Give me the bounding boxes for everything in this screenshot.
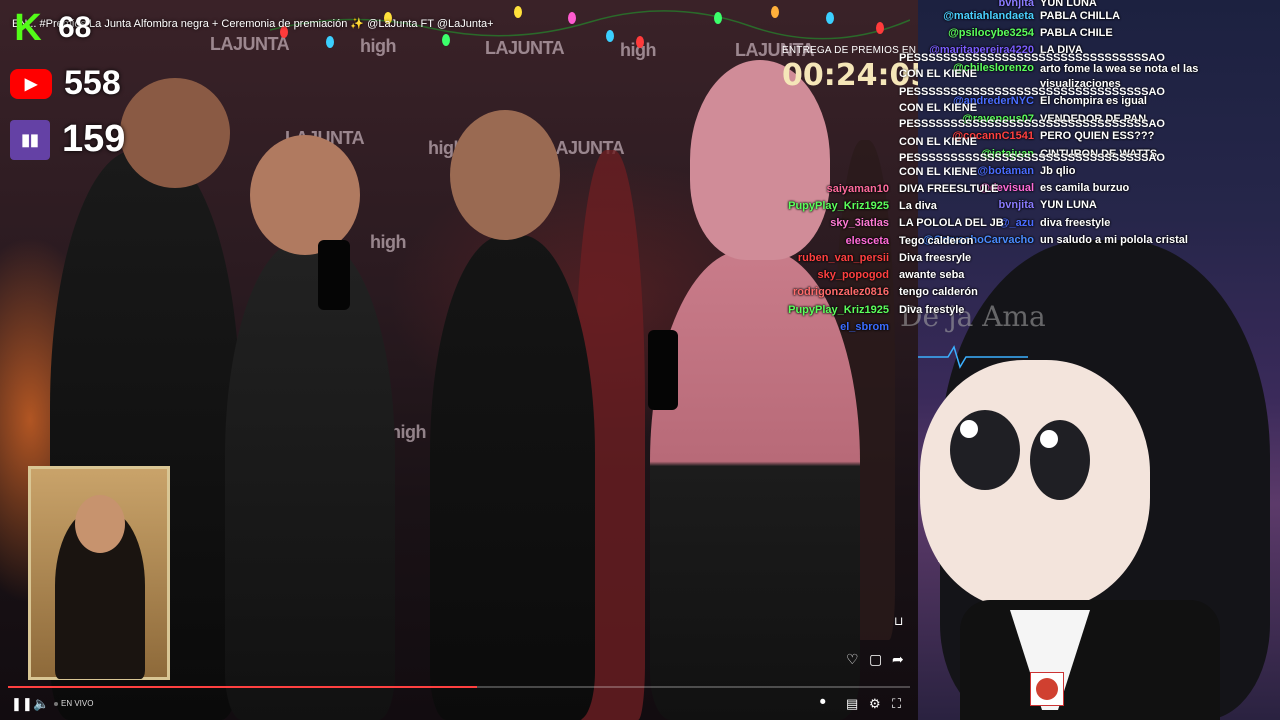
avatar-left-eye <box>950 410 1020 490</box>
youtube-icon: ▶ <box>10 68 52 99</box>
chat-username[interactable]: @psilocybe3254 <box>948 27 1034 39</box>
channel-watermark-icon: ⊔ <box>894 614 904 628</box>
chat-message-text: un saludo a mi pololа cristal <box>1040 234 1188 246</box>
chat-message: saiyaman10 <box>827 183 893 195</box>
chat-message: rodrigonzalez0816 <box>793 286 893 298</box>
kick-icon: K <box>14 6 42 49</box>
progress-bar[interactable] <box>8 686 910 688</box>
avatar-badge-image <box>1036 678 1058 700</box>
host-person <box>650 250 860 720</box>
chat-message-text: YUN LUNA <box>1040 199 1097 211</box>
chat-message-text: PABLA CHILE <box>1040 27 1113 39</box>
settings-gear-icon[interactable]: ⚙ <box>869 696 881 712</box>
woman-person <box>225 240 395 720</box>
chat-message-text: Jb qlio <box>1040 165 1076 177</box>
chat-username[interactable]: ruben_van_persii <box>798 252 889 264</box>
autoplay-toggle-icon[interactable]: ⏺ <box>820 696 826 709</box>
interviewer-head <box>120 78 230 188</box>
woman-head <box>250 135 360 255</box>
chat-username[interactable]: sky_3iatlas <box>830 217 889 229</box>
chat-username[interactable]: PupyPlay_Kriz1925 <box>788 200 889 212</box>
chat-username[interactable]: bvnjita <box>999 199 1034 211</box>
subtitles-icon[interactable]: ▤ <box>846 696 858 712</box>
chat-username[interactable]: PupyPlay_Kriz1925 <box>788 304 889 316</box>
backdrop-logo: high <box>390 422 427 442</box>
chat-message-text: PABLA CHILLA <box>1040 10 1121 22</box>
chat-spam-line: PESSSSSSSSSSSSSSSSSSSSSSSSSSSSSSSSAO <box>899 52 1165 64</box>
fullscreen-icon[interactable]: ⛶ <box>892 696 901 712</box>
chat-message-text: DIVA FREESLTULE <box>899 183 999 195</box>
chat-message-text: Diva freesryle <box>899 252 972 264</box>
chat-username[interactable]: bvnjita <box>999 0 1034 9</box>
chat-message: sky_3iatlas <box>830 217 893 229</box>
chat-spam-line: PESSSSSSSSSSSSSSSSSSSSSSSSSSSSSSSSAO <box>899 86 1165 98</box>
comment-icon[interactable]: ▢ <box>869 651 882 668</box>
chat-username[interactable]: el_sbrom <box>840 321 889 333</box>
chat-username[interactable]: @_azu <box>999 217 1034 229</box>
share-icon[interactable]: ➦ <box>892 651 904 668</box>
volume-icon[interactable]: 🔈 <box>33 696 49 712</box>
chat-message-text: awante seba <box>899 269 965 281</box>
chat-message-text: LA POLOLA DEL JB <box>899 217 1004 229</box>
vtuber-avatar-body <box>960 600 1220 720</box>
avatar-eye-shine <box>960 420 978 438</box>
chat-message: ruben_van_persii <box>798 252 893 264</box>
youtube-viewer-count: ▶ 558 <box>10 64 121 103</box>
twitch-viewer-count: ▮▮ 159 <box>10 118 125 161</box>
chat-message-text: Diva frestyle <box>899 304 965 316</box>
backdrop-logo: high <box>370 232 407 252</box>
chat-message-text: YUN LUNA <box>1040 0 1097 9</box>
chat-message-text: PERO QUIEN ESS??? <box>1040 130 1155 142</box>
guest-head <box>450 110 560 240</box>
chat-message-text: diva freestyle <box>1040 217 1111 229</box>
chat-message: PupyPlay_Kriz1925 <box>788 200 893 212</box>
chat-username[interactable]: saiyaman10 <box>827 183 889 195</box>
chat-message: el_sbrom <box>840 321 893 333</box>
chat-username[interactable]: @matiahlandaeta <box>943 10 1034 22</box>
chat-spam-line: CON EL KIENE <box>899 102 978 114</box>
avatar-eye-shine <box>1040 430 1058 448</box>
microphone <box>648 330 678 410</box>
chat-username[interactable]: elesceta <box>846 235 889 247</box>
chat-message-text: Tego calderon <box>899 235 974 247</box>
progress-fill <box>8 686 478 688</box>
chat-message-text: es camila burzuo <box>1040 182 1130 194</box>
chat-spam-line: PESSSSSSSSSSSSSSSSSSSSSSSSSSSSSSSSAO <box>899 152 1165 164</box>
chat-message: PupyPlay_Kriz1925 <box>788 304 893 316</box>
twitch-icon: ▮▮ <box>10 119 50 160</box>
chat-spam-line: CON EL KIENE <box>899 136 978 148</box>
chat-spam-line: CON EL KIENE <box>899 68 978 80</box>
live-indicator[interactable]: EN VIVO <box>54 699 93 708</box>
heartbeat-icon <box>918 345 1028 369</box>
chat-username[interactable]: @botaman <box>977 165 1034 177</box>
chat-message: sky_popogod <box>817 269 893 281</box>
chat-username[interactable]: sky_popogod <box>817 269 889 281</box>
guest-person <box>430 235 595 720</box>
sign-language-interpreter-video <box>28 466 170 680</box>
chat-spam-line: CON EL KIENE <box>899 166 978 178</box>
chat-message-text: La diva <box>899 200 937 212</box>
chat-message-text: tengo calderón <box>899 286 978 298</box>
pause-icon[interactable]: ❚❚ <box>11 696 33 712</box>
chat-username[interactable]: rodrigonzalez0816 <box>793 286 889 298</box>
chat-message: elesceta <box>846 235 893 247</box>
kick-viewer-count: K 68 <box>10 6 91 49</box>
chat-spam-line: PESSSSSSSSSSSSSSSSSSSSSSSSSSSSSSSSAO <box>899 118 1165 130</box>
avatar-right-eye <box>1030 420 1090 500</box>
vtuber-avatar-face <box>920 360 1150 610</box>
heart-icon[interactable]: ♡ <box>846 651 859 668</box>
player-controls: ❚❚ 🔈 EN VIVO ⏺ ▤ ⚙ ⛶ <box>0 692 918 716</box>
interpreter-head <box>75 495 125 553</box>
microphone <box>318 240 350 310</box>
